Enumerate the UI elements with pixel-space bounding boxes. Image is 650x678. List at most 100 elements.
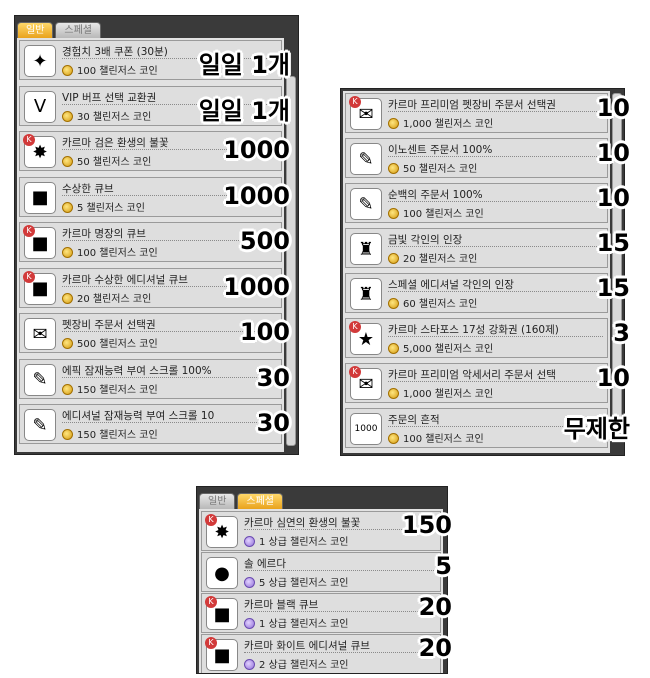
purchase-limit-label: 일일 1개 bbox=[198, 51, 290, 79]
coin-icon bbox=[62, 201, 73, 213]
purchase-limit-label: 20 bbox=[418, 634, 452, 662]
item-price-text: 20 챌린저스 코인 bbox=[77, 293, 152, 305]
special-stamp-icon: ♜ bbox=[350, 278, 382, 310]
tab-special[interactable]: 스페셜 bbox=[237, 493, 284, 509]
coin-icon bbox=[388, 163, 399, 174]
purchase-limit-label: 100 bbox=[239, 318, 290, 346]
shop-item-row[interactable]: ★ K 카르마 스타포스 17성 강화권 (160제) 5,000 챌린저스 코인 bbox=[345, 318, 608, 358]
abyss-rebirth-flame-icon: ✸ K bbox=[205, 514, 238, 548]
item-price-text: 2 상급 챌린저스 코인 bbox=[259, 660, 349, 671]
item-name: 스페셜 에디셔널 각인의 인장 bbox=[388, 277, 603, 292]
purchase-limit-label: 1000 bbox=[223, 136, 290, 164]
item-price-text: 5 챌린저스 코인 bbox=[77, 202, 145, 214]
karma-badge-icon: K bbox=[205, 514, 217, 526]
purchase-limit-label: 500 bbox=[239, 227, 290, 255]
spell-trace-icon: 1000 bbox=[350, 413, 382, 445]
item-name: 솔 에르다 bbox=[244, 556, 436, 571]
coin-icon bbox=[62, 338, 73, 349]
coin-icon bbox=[244, 618, 255, 629]
innocent-scroll-icon: ✎ bbox=[350, 143, 382, 175]
karma-badge-icon: K bbox=[205, 596, 217, 608]
purchase-limit-label: 일일 1개 bbox=[198, 96, 290, 125]
item-name: 카르마 프리미엄 펫장비 주문서 선택권 bbox=[388, 97, 603, 112]
tab-bar: 일반 스페셜 bbox=[199, 487, 285, 509]
item-price-text: 100 챌린저스 코인 bbox=[77, 66, 158, 77]
exp-coupon-icon: ✦ bbox=[24, 45, 56, 77]
item-price: 1,000 챌린저스 코인 bbox=[388, 385, 603, 400]
coin-icon bbox=[388, 208, 399, 219]
black-cube-icon: ■ K bbox=[205, 596, 238, 630]
purchase-limit-label: 10 bbox=[596, 139, 630, 167]
coin-icon bbox=[62, 429, 73, 440]
premium-pet-scroll-ticket-icon: ✉ K bbox=[349, 96, 382, 130]
item-price-text: 500 챌린저스 코인 bbox=[77, 339, 158, 350]
shop-panel-general-scrolled: ✉ K 카르마 프리미엄 펫장비 주문서 선택권 1,000 챌린저스 코인 ✎ 이노센트… bbox=[340, 88, 625, 456]
purchase-limit-label: 5 bbox=[435, 552, 452, 580]
shop-item-row[interactable]: ✎ 에픽 잠재능력 부여 스크롤 100% 150 챌린저스 코인 bbox=[19, 358, 282, 399]
item-price: 1,000 챌린저스 코인 bbox=[388, 115, 603, 130]
shop-item-row[interactable]: ✉ K 카르마 프리미엄 악세서리 주문서 선택 1,000 챌린저스 코인 bbox=[345, 363, 608, 403]
coin-icon bbox=[388, 343, 399, 354]
black-rebirth-flame-icon: ✸ K bbox=[23, 134, 56, 168]
pet-scroll-ticket-icon: ✉ bbox=[24, 318, 56, 350]
item-price: 50 챌린저스 코인 bbox=[388, 160, 603, 175]
purchase-limit-label: 20 bbox=[418, 593, 452, 621]
tab-general[interactable]: 일반 bbox=[17, 22, 54, 38]
item-price-text: 150 챌린저스 코인 bbox=[77, 384, 158, 396]
karma-badge-icon: K bbox=[23, 270, 35, 283]
item-price-text: 60 챌린저스 코인 bbox=[403, 299, 478, 310]
coin-icon bbox=[62, 383, 73, 395]
shop-item-row[interactable]: ✎ 이노센트 주문서 100% 50 챌린저스 코인 bbox=[345, 138, 608, 178]
item-price: 60 챌린저스 코인 bbox=[388, 295, 603, 310]
karma-badge-icon: K bbox=[349, 96, 361, 108]
karma-badge-icon: K bbox=[23, 225, 35, 237]
tab-general[interactable]: 일반 bbox=[199, 493, 236, 509]
additional-cube-icon: ■ K bbox=[23, 270, 56, 305]
coin-icon bbox=[388, 118, 399, 129]
item-price: 20 챌린저스 코인 bbox=[388, 250, 603, 265]
shop-item-row[interactable]: ■ K 카르마 블랙 큐브 1 상급 챌린저스 코인 bbox=[201, 593, 441, 633]
coin-icon bbox=[244, 659, 255, 670]
item-price-text: 5,000 챌린저스 코인 bbox=[403, 344, 494, 355]
shop-item-row[interactable]: ✉ K 카르마 프리미엄 펫장비 주문서 선택권 1,000 챌린저스 코인 bbox=[345, 93, 608, 133]
coin-icon bbox=[244, 536, 255, 547]
item-name: 카르마 블랙 큐브 bbox=[244, 597, 436, 612]
item-price-text: 1,000 챌린저스 코인 bbox=[403, 389, 494, 400]
shop-item-row[interactable]: ✎ 에디셔널 잠재능력 부여 스크롤 10 150 챌린저스 코인 bbox=[19, 404, 282, 444]
item-price-text: 1 상급 챌린저스 코인 bbox=[259, 537, 349, 548]
white-additional-cube-icon: ■ K bbox=[205, 637, 238, 671]
item-name: 카르마 스타포스 17성 강화권 (160제) bbox=[388, 322, 603, 337]
item-name: 카르마 프리미엄 악세서리 주문서 선택 bbox=[388, 367, 603, 382]
karma-badge-icon: K bbox=[349, 366, 361, 378]
item-price-text: 100 챌린저스 코인 bbox=[77, 248, 158, 259]
item-price-text: 30 챌린저스 코인 bbox=[77, 111, 152, 123]
starforce-ticket-icon: ★ K bbox=[349, 321, 382, 355]
item-price: 2 상급 챌린저스 코인 bbox=[244, 656, 436, 671]
suspicious-cube-icon: ■ bbox=[24, 181, 56, 214]
shop-item-row[interactable]: ■ K 카르마 화이트 에디셔널 큐브 2 상급 챌린저스 코인 bbox=[201, 634, 441, 673]
item-price: 150 챌린저스 코인 bbox=[62, 426, 277, 441]
karma-badge-icon: K bbox=[349, 321, 361, 333]
shop-item-row[interactable]: ✎ 순백의 주문서 100% 100 챌린저스 코인 bbox=[345, 183, 608, 223]
purchase-limit-label: 15 bbox=[596, 274, 630, 302]
item-price-text: 50 챌린저스 코인 bbox=[77, 157, 152, 168]
premium-accessory-scroll-ticket-icon: ✉ K bbox=[349, 366, 382, 400]
item-name: 카르마 화이트 에디셔널 큐브 bbox=[244, 638, 436, 653]
shop-item-row[interactable]: ● 솔 에르다 5 상급 챌린저스 코인 bbox=[201, 552, 441, 592]
item-price-text: 1,000 챌린저스 코인 bbox=[403, 119, 494, 130]
coin-icon bbox=[388, 388, 399, 399]
item-price: 150 챌린저스 코인 bbox=[62, 381, 277, 396]
coin-icon bbox=[62, 292, 73, 304]
epic-potential-scroll-icon: ✎ bbox=[24, 363, 56, 396]
item-price-text: 5 상급 챌린저스 코인 bbox=[259, 578, 349, 589]
tab-special[interactable]: 스페셜 bbox=[55, 22, 102, 38]
shop-item-row[interactable]: ♜ 금빛 각인의 인장 20 챌린저스 코인 bbox=[345, 228, 608, 268]
purchase-limit-label: 150 bbox=[401, 511, 452, 539]
purchase-limit-label: 30 bbox=[256, 363, 290, 392]
item-price-text: 100 챌린저스 코인 bbox=[403, 209, 484, 220]
shop-item-row[interactable]: ♜ 스페셜 에디셔널 각인의 인장 60 챌린저스 코인 bbox=[345, 273, 608, 313]
purchase-limit-label: 무제한 bbox=[563, 415, 630, 443]
coin-icon bbox=[62, 247, 73, 258]
coin-icon bbox=[388, 253, 399, 264]
coin-icon bbox=[62, 65, 73, 76]
